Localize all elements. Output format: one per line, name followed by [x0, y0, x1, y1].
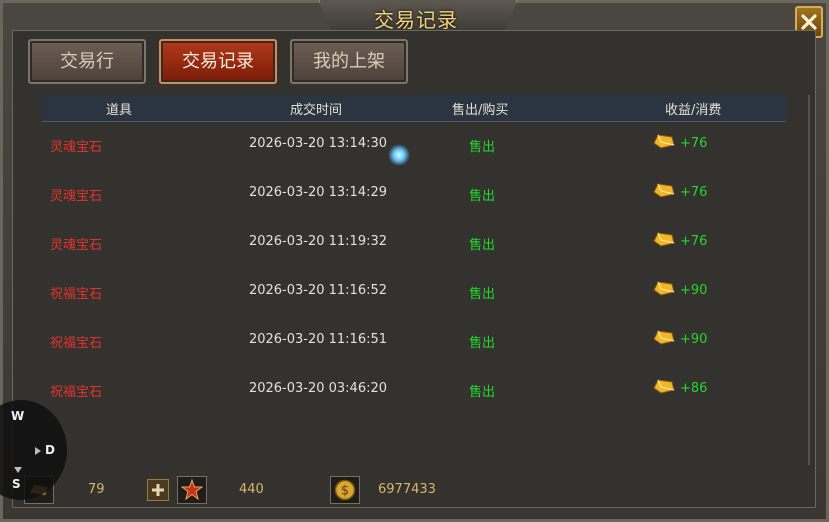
scrollbar[interactable]	[808, 95, 810, 465]
add-currency-button[interactable]	[147, 479, 169, 501]
gold-coin-icon: $	[334, 479, 356, 501]
gold-ingot-icon	[653, 377, 675, 399]
currency-b-value: 440	[239, 482, 264, 497]
row-time: 2026-03-20 11:16:51	[248, 332, 388, 347]
row-profit: +76	[680, 185, 708, 200]
gold-ingot-icon	[653, 328, 675, 350]
row-item: 祝福宝石	[50, 336, 103, 351]
compass-d-label: D	[45, 443, 55, 457]
row-type: 售出	[468, 336, 495, 351]
row-time: 2026-03-20 13:14:30	[248, 136, 388, 151]
table-row: 灵魂宝石 2026-03-20 13:14:30 售出 +76	[42, 120, 786, 169]
header-profit: 收益/消费	[665, 103, 722, 118]
compass-w-label: W	[11, 409, 25, 423]
table-row: 灵魂宝石 2026-03-20 11:19:32 售出 +76	[42, 218, 786, 267]
gold-ingot-icon	[653, 279, 675, 301]
table-row: 祝福宝石 2026-03-20 03:46:20 售出 +86	[42, 365, 786, 414]
row-time: 2026-03-20 03:46:20	[248, 381, 388, 396]
currency-c-slot: $	[330, 476, 360, 504]
table-row: 祝福宝石 2026-03-20 11:16:51 售出 +90	[42, 316, 786, 365]
row-item: 灵魂宝石	[50, 189, 103, 204]
header-time: 成交时间	[290, 103, 343, 118]
star-emblem-icon	[181, 479, 203, 501]
tab-trade-records[interactable]: 交易记录	[159, 39, 277, 84]
currency-c-value: 6977433	[378, 482, 436, 497]
row-profit: +76	[680, 234, 708, 249]
arrow-right-icon	[35, 447, 41, 455]
row-time: 2026-03-20 11:19:32	[248, 234, 388, 249]
row-profit: +90	[680, 332, 708, 347]
row-time: 2026-03-20 13:14:29	[248, 185, 388, 200]
close-icon	[801, 14, 817, 30]
row-item: 灵魂宝石	[50, 238, 103, 253]
gold-ingot-icon	[653, 181, 675, 203]
row-item: 祝福宝石	[50, 287, 103, 302]
svg-text:$: $	[341, 484, 349, 499]
currency-a-value: 79	[88, 482, 105, 497]
row-type: 售出	[468, 140, 495, 155]
header-type: 售出/购买	[452, 103, 509, 118]
row-item: 灵魂宝石	[50, 140, 103, 155]
row-type: 售出	[468, 287, 495, 302]
row-type: 售出	[468, 189, 495, 204]
compass-s-label: S	[12, 477, 21, 491]
gold-ingot-icon	[653, 132, 675, 154]
tab-my-listings[interactable]: 我的上架	[290, 39, 408, 84]
sparkle-effect	[388, 144, 410, 166]
row-type: 售出	[468, 238, 495, 253]
currency-b-slot	[177, 476, 207, 504]
row-profit: +86	[680, 381, 708, 396]
row-profit: +76	[680, 136, 708, 151]
table-row: 祝福宝石 2026-03-20 11:16:52 售出 +90	[42, 267, 786, 316]
row-profit: +90	[680, 283, 708, 298]
row-type: 售出	[468, 385, 495, 400]
header-item: 道具	[106, 103, 133, 118]
tab-trading-house[interactable]: 交易行	[28, 39, 146, 84]
row-time: 2026-03-20 11:16:52	[248, 283, 388, 298]
row-item: 祝福宝石	[50, 385, 103, 400]
plus-icon	[152, 484, 164, 496]
arrow-down-icon	[14, 467, 22, 473]
table-header: 道具 成交时间 售出/购买 收益/消费	[42, 95, 786, 122]
gold-ingot-icon	[653, 230, 675, 252]
table-row: 灵魂宝石 2026-03-20 13:14:29 售出 +76	[42, 169, 786, 218]
window-title: 交易记录	[374, 8, 458, 32]
